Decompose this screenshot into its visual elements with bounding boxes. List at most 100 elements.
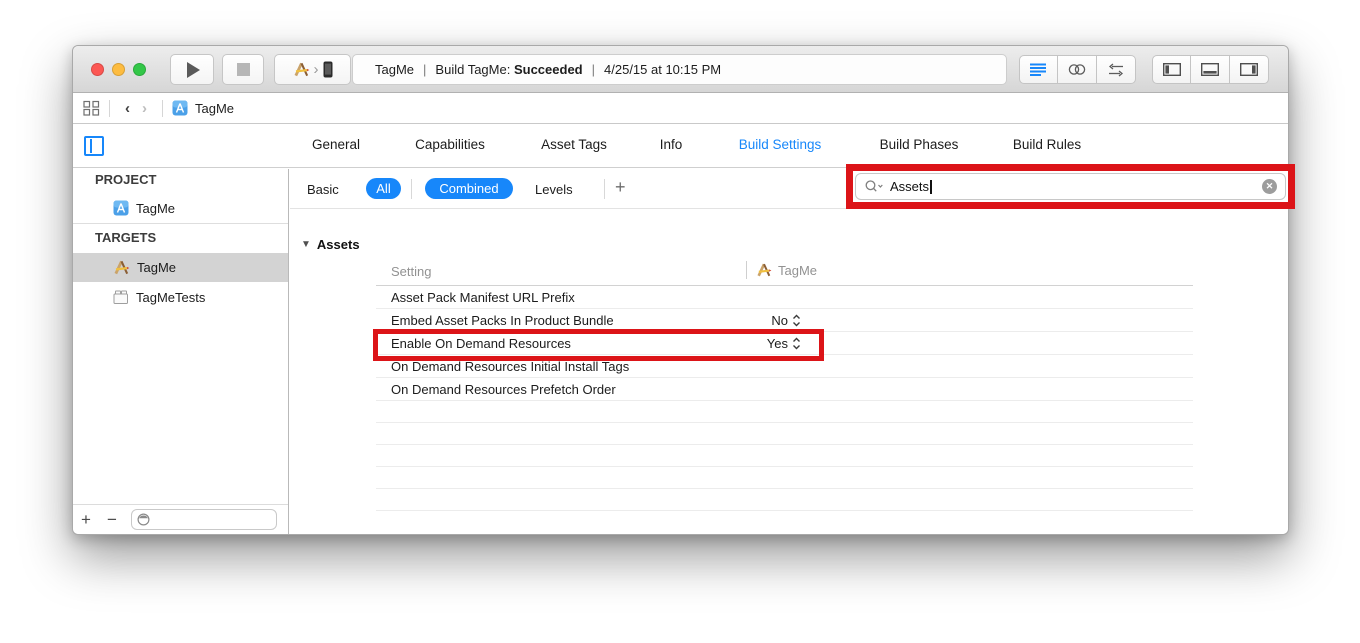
disclosure-triangle-icon[interactable]: ▼ xyxy=(301,239,311,250)
add-target-button[interactable]: + xyxy=(73,510,99,530)
stepper-icon[interactable] xyxy=(792,314,801,327)
assets-section-header[interactable]: ▼ Assets xyxy=(301,237,360,252)
setting-value-text: No xyxy=(771,312,788,328)
filter-combined-button[interactable]: Combined xyxy=(425,178,513,199)
version-editor-arrows-icon xyxy=(1106,63,1126,77)
standard-editor-lines-icon xyxy=(1030,63,1047,76)
assistant-editor-button[interactable] xyxy=(1058,55,1097,84)
jumpbar-divider xyxy=(109,99,110,117)
activity-build-status: Build TagMe: Succeeded xyxy=(435,62,583,77)
sidebar-item-label: TagMeTests xyxy=(136,289,206,305)
activity-timestamp: 4/25/15 at 10:15 PM xyxy=(604,62,722,77)
sidebar-item-target-tagme-selected[interactable]: TagMe xyxy=(73,253,288,282)
back-button[interactable]: ‹ xyxy=(119,100,136,117)
build-settings-pane: Basic All Combined Levels + ▼ Assets Set… xyxy=(290,169,1288,534)
activity-project: TagMe xyxy=(375,62,415,77)
jumpbar-item-label[interactable]: TagMe xyxy=(195,101,234,116)
activity-separator: | xyxy=(423,62,427,77)
filter-levels-button[interactable]: Levels xyxy=(535,182,573,197)
filter-all-button[interactable]: All xyxy=(366,178,401,199)
zoom-window-button[interactable] xyxy=(133,63,146,76)
filterbar-divider xyxy=(411,179,412,199)
jump-bar: ‹ › TagMe xyxy=(73,93,1288,124)
column-target-label: TagMe xyxy=(778,262,818,278)
related-items-icon[interactable] xyxy=(83,100,100,116)
activity-view: TagMe | Build TagMe: Succeeded | 4/25/15… xyxy=(352,54,1007,85)
empty-table-row xyxy=(376,445,1193,467)
clear-search-icon[interactable]: ✕ xyxy=(1262,179,1277,194)
setting-name: On Demand Resources Initial Install Tags xyxy=(391,358,630,374)
sidebar-item-project-tagme[interactable]: TagMe xyxy=(73,195,288,221)
build-settings-search-field[interactable]: Assets ✕ xyxy=(855,173,1286,200)
editor-split: PROJECT TagMe TARGETS TagMe TagMeTests +… xyxy=(73,169,1288,534)
search-input-value[interactable]: Assets xyxy=(890,179,929,194)
empty-table-row xyxy=(376,467,1193,489)
scheme-chevron-icon: › xyxy=(313,61,319,78)
table-row[interactable]: Embed Asset Packs In Product Bundle No xyxy=(376,309,1193,332)
navigator-panel-icon xyxy=(1162,63,1181,76)
search-icon[interactable] xyxy=(864,179,885,194)
close-window-button[interactable] xyxy=(91,63,104,76)
sidebar-bottom-bar: + − xyxy=(73,504,288,534)
sidebar-item-target-tagmetests[interactable]: TagMeTests xyxy=(73,284,288,310)
stop-button[interactable] xyxy=(222,54,264,85)
scheme-selector[interactable]: › xyxy=(274,54,351,85)
app-target-icon xyxy=(756,262,772,278)
settings-column-header: Setting TagMe xyxy=(376,259,1193,286)
jumpbar-divider xyxy=(162,99,163,117)
minimize-window-button[interactable] xyxy=(112,63,125,76)
targets-section-header: TARGETS xyxy=(95,230,157,245)
table-row[interactable]: On Demand Resources Initial Install Tags xyxy=(376,355,1193,378)
setting-name: Embed Asset Packs In Product Bundle xyxy=(391,312,614,328)
project-document-icon xyxy=(172,100,188,116)
filter-basic-button[interactable]: Basic xyxy=(307,182,339,197)
setting-name: On Demand Resources Prefetch Order xyxy=(391,381,616,397)
desktop-background: › TagMe | Build TagMe: Succeeded | 4/25/… xyxy=(0,0,1360,643)
debug-panel-icon xyxy=(1201,63,1219,76)
test-bundle-icon xyxy=(113,289,129,305)
setting-value[interactable]: Yes xyxy=(666,336,801,351)
text-cursor xyxy=(930,179,932,194)
remove-target-button[interactable]: − xyxy=(99,510,125,530)
add-build-setting-button[interactable]: + xyxy=(615,177,626,198)
title-bar: › TagMe | Build TagMe: Succeeded | 4/25/… xyxy=(73,46,1288,93)
setting-value[interactable]: No xyxy=(666,313,801,328)
toggle-project-sidebar-icon[interactable] xyxy=(84,136,104,156)
table-row[interactable]: On Demand Resources Prefetch Order xyxy=(376,378,1193,401)
assistant-editor-circles-icon xyxy=(1068,63,1086,76)
run-button[interactable] xyxy=(170,54,214,85)
forward-button[interactable]: › xyxy=(136,100,153,117)
red-highlight-search: Assets ✕ xyxy=(846,164,1295,209)
tab-general[interactable]: General xyxy=(312,137,360,152)
sidebar-item-label: TagMe xyxy=(136,200,176,216)
tab-build-rules[interactable]: Build Rules xyxy=(1013,137,1081,152)
column-target: TagMe xyxy=(746,261,817,279)
filter-icon xyxy=(136,512,151,527)
toggle-debug-area-button[interactable] xyxy=(1191,55,1230,84)
table-row-enable-on-demand[interactable]: Enable On Demand Resources Yes xyxy=(376,332,1193,355)
tab-build-settings[interactable]: Build Settings xyxy=(739,137,822,152)
tab-asset-tags[interactable]: Asset Tags xyxy=(541,137,607,152)
xcode-window: › TagMe | Build TagMe: Succeeded | 4/25/… xyxy=(72,45,1295,535)
tab-info[interactable]: Info xyxy=(660,137,683,152)
project-document-icon xyxy=(113,200,129,216)
sidebar-filter-field[interactable] xyxy=(131,509,277,530)
project-section-header: PROJECT xyxy=(95,172,157,187)
app-scheme-icon xyxy=(293,61,310,78)
sidebar-divider xyxy=(73,223,288,224)
tab-capabilities[interactable]: Capabilities xyxy=(415,137,485,152)
toggle-inspectors-button[interactable] xyxy=(1230,55,1269,84)
table-row[interactable]: Asset Pack Manifest URL Prefix xyxy=(376,286,1193,309)
workspace-view-segmented-control xyxy=(1152,55,1269,84)
editor-tab-bar: General Capabilities Asset Tags Info Bui… xyxy=(73,125,1288,168)
setting-value-text: Yes xyxy=(766,335,788,351)
stepper-icon[interactable] xyxy=(792,337,801,350)
empty-table-row xyxy=(376,489,1193,511)
empty-table-row xyxy=(376,423,1193,445)
project-targets-sidebar: PROJECT TagMe TARGETS TagMe TagMeTests +… xyxy=(73,169,289,534)
toggle-navigator-button[interactable] xyxy=(1152,55,1191,84)
standard-editor-button[interactable] xyxy=(1019,55,1058,84)
tab-build-phases[interactable]: Build Phases xyxy=(880,137,959,152)
filterbar-divider xyxy=(604,179,605,199)
version-editor-button[interactable] xyxy=(1097,55,1136,84)
